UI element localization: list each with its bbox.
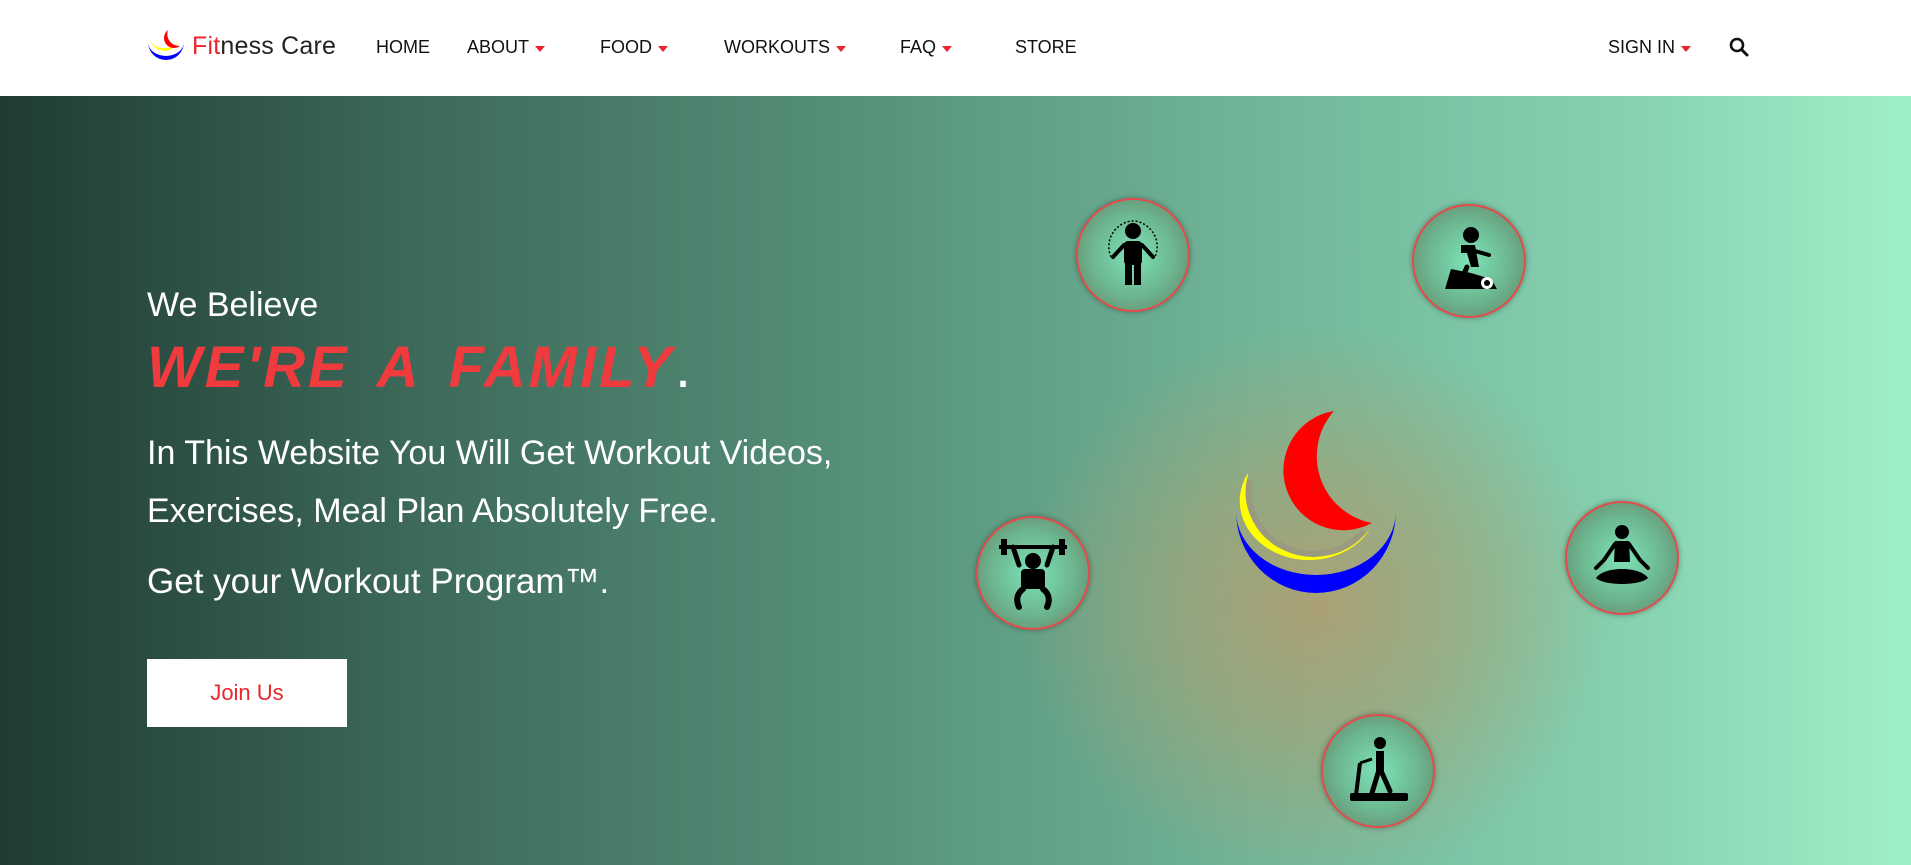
hero-description: In This Website You Will Get Workout Vid…: [147, 434, 833, 530]
nav-home[interactable]: HOME: [376, 37, 430, 58]
hero-section: We Believe WE'RE A FAMILY. In This Websi…: [0, 96, 1911, 865]
brand-link[interactable]: Fitness Care: [146, 28, 336, 64]
caret-down-icon: [836, 45, 846, 52]
jump-rope-icon: [1108, 220, 1158, 285]
caret-down-icon: [1681, 45, 1692, 52]
weightlifting-circle[interactable]: [976, 516, 1090, 630]
nav-food[interactable]: FOOD: [600, 37, 668, 58]
hero-headline: WE'RE A FAMILY.: [147, 335, 692, 400]
search-icon[interactable]: [1728, 36, 1750, 58]
stationary-bike-icon: [1445, 227, 1497, 289]
top-navbar: Fitness Care HOME ABOUT FOOD WORKOUTS FA…: [0, 0, 1911, 96]
nav-workouts[interactable]: WORKOUTS: [724, 37, 846, 58]
treadmill-icon: [1350, 737, 1408, 801]
center-logo-icon: [1236, 411, 1396, 593]
join-us-button[interactable]: Join Us: [147, 659, 347, 727]
caret-down-icon: [658, 45, 668, 52]
brand-logo-icon: [148, 30, 184, 60]
meditation-circle[interactable]: [1565, 501, 1679, 615]
nav-sign-in[interactable]: SIGN IN: [1608, 37, 1692, 58]
nav-faq[interactable]: FAQ: [900, 37, 953, 58]
treadmill-circle[interactable]: [1321, 714, 1435, 828]
brand-name: Fitness Care: [192, 31, 337, 60]
nav-about[interactable]: ABOUT: [467, 37, 546, 58]
stationary-bike-circle[interactable]: [1412, 204, 1526, 318]
meditation-icon: [1594, 525, 1650, 584]
hero-eyebrow: We Believe: [147, 286, 319, 324]
caret-down-icon: [535, 45, 546, 52]
weightlifting-icon: [999, 539, 1067, 610]
caret-down-icon: [942, 45, 953, 52]
nav-store[interactable]: STORE: [1015, 37, 1077, 58]
hero-program-text: Get your Workout Program™.: [147, 562, 610, 601]
jump-rope-circle[interactable]: [1076, 198, 1190, 312]
